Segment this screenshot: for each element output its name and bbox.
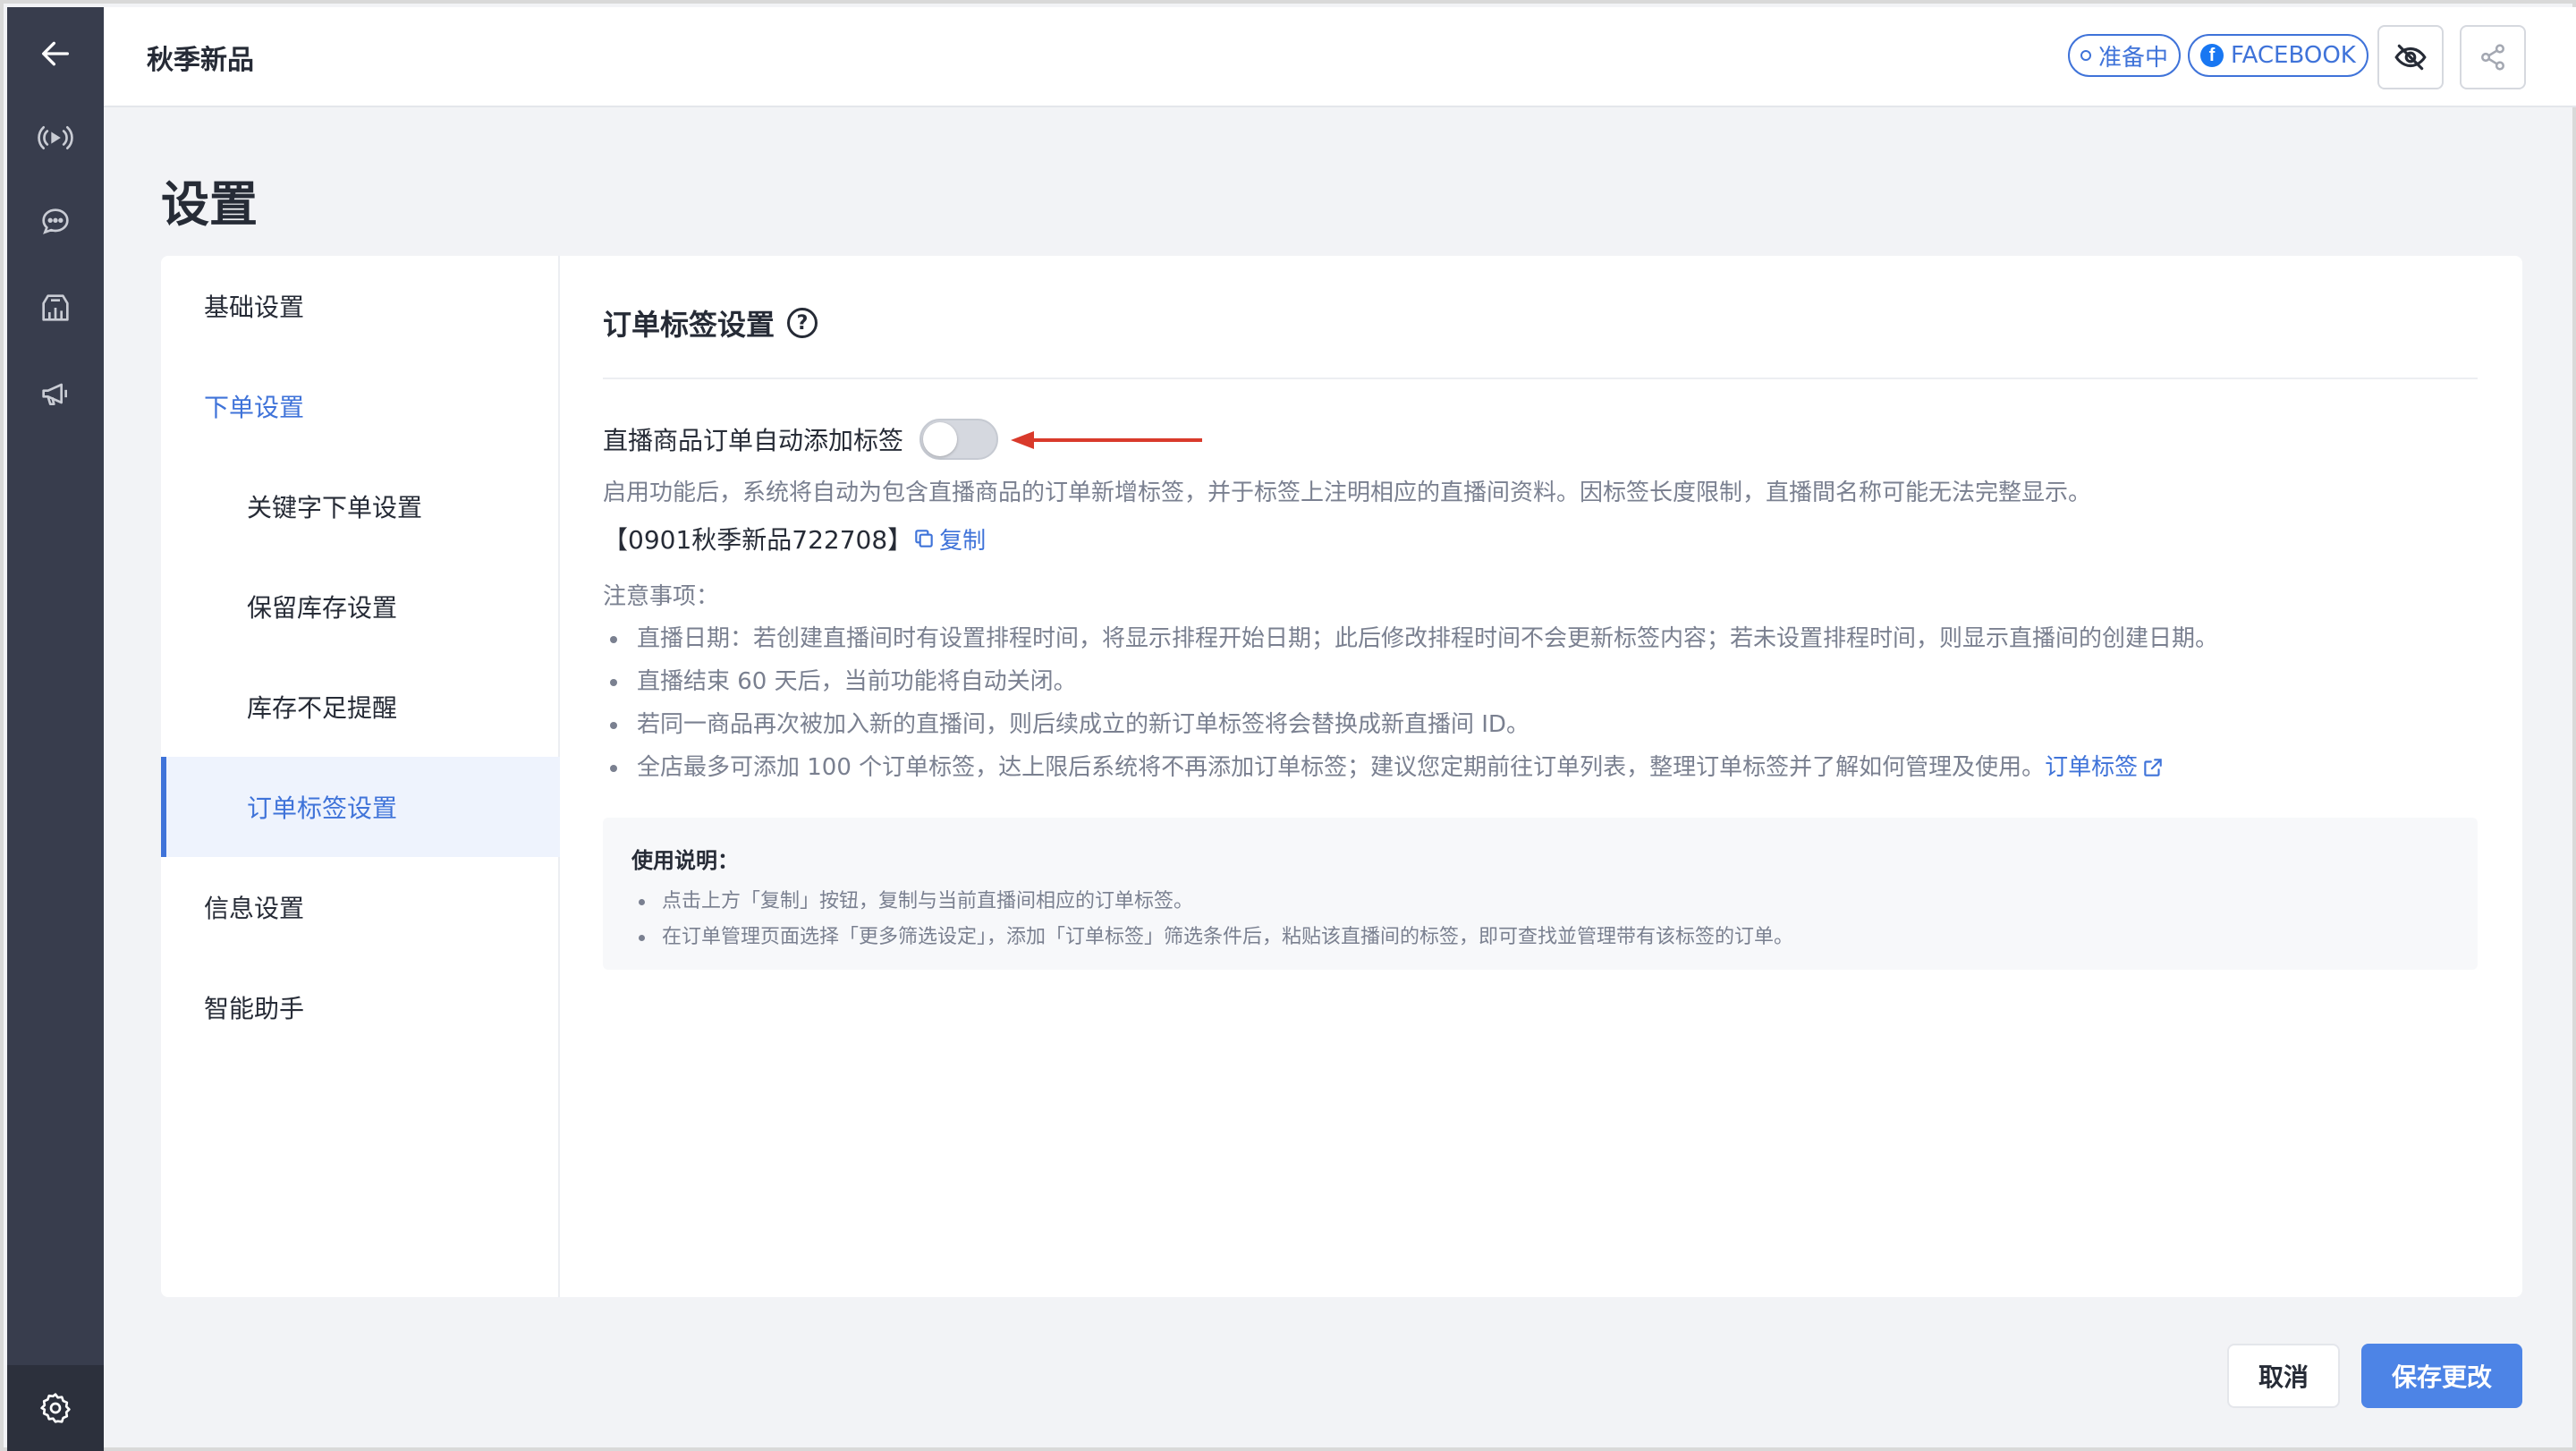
annotation-arrow-icon (1011, 431, 1202, 449)
chat-bubble-icon (42, 208, 69, 234)
shop-analytics-button[interactable] (7, 265, 104, 351)
page-title: 设置 (161, 176, 258, 233)
nav-item-smart-assistant[interactable]: 智能助手 (161, 957, 560, 1057)
order-tag-help-link-label: 订单标签 (2045, 754, 2139, 781)
left-rail (7, 7, 104, 1451)
facebook-icon: f (2200, 44, 2224, 67)
status-badge: 准备中 (2068, 34, 2182, 77)
feature-description: 启用功能后，系统将自动为包含直播商品的订单新增标签，并于标签上注明相应的直播间资… (603, 479, 2092, 506)
auto-tag-toggle[interactable] (919, 419, 999, 460)
tag-line: 【0901秋季新品722708】 复制 (603, 521, 986, 556)
live-room-title: 秋季新品 (147, 45, 254, 76)
settings-sidenav: 基础设置 下单设置 关键字下单设置 保留库存设置 库存不足提醒 订单标签设置 信… (161, 256, 560, 1297)
megaphone-icon (42, 383, 67, 405)
nav-item-order-tag-settings[interactable]: 订单标签设置 (161, 757, 560, 857)
note-text: 若同一商品再次被加入新的直播间，则后续成立的新订单标签将会替换成新直播间 ID。 (637, 711, 1530, 738)
note-text: 全店最多可添加 100 个订单标签，达上限后系统将不再添加订单标签；建议您定期前… (637, 754, 2046, 781)
usage-title: 使用说明： (631, 848, 739, 873)
chat-button[interactable] (7, 179, 104, 265)
settings-button[interactable] (7, 1365, 104, 1451)
nav-item-low-stock-alert[interactable]: 库存不足提醒 (161, 657, 560, 757)
nav-item-reserved-stock-settings[interactable]: 保留库存设置 (161, 556, 560, 657)
notes-title: 注意事项： (603, 583, 720, 610)
auto-tag-setting-row: 直播商品订单自动添加标签 (603, 417, 999, 462)
list-item: 若同一商品再次被加入新的直播间，则后续成立的新订单标签将会替换成新直播间 ID。 (603, 703, 2218, 746)
section-divider (603, 378, 2478, 379)
nav-item-basic-settings[interactable]: 基础设置 (161, 256, 560, 356)
external-link-icon (2144, 759, 2162, 776)
save-changes-button[interactable]: 保存更改 (2361, 1344, 2522, 1408)
note-text: 直播结束 60 天后，当前功能将自动关闭。 (637, 668, 1077, 695)
nav-item-message-settings[interactable]: 信息设置 (161, 857, 560, 957)
nav-item-order-settings[interactable]: 下单设置 (161, 356, 560, 456)
usage-instructions: 使用说明： 点击上方「复制」按钮，复制与当前直播间相应的订单标签。 在订单管理页… (603, 818, 2478, 970)
share-icon (2481, 44, 2504, 71)
list-item: 点击上方「复制」按钮，复制与当前直播间相应的订单标签。 (631, 884, 1793, 920)
share-button[interactable] (2460, 25, 2526, 89)
auto-tag-toggle-label: 直播商品订单自动添加标签 (603, 426, 904, 455)
app-window: 秋季新品 准备中 f FACEBOOK 设置 基础设置 下单设置 关键字下单设置… (0, 0, 2576, 1451)
copy-icon (915, 530, 933, 547)
platform-label: FACEBOOK (2231, 42, 2356, 69)
copy-tag-link[interactable]: 复制 (912, 522, 986, 556)
note-text: 直播日期：若创建直播间时有设置排程时间，将显示排程开始日期；此后修改排程时间不会… (637, 625, 2219, 652)
back-button[interactable] (7, 11, 104, 97)
back-arrow-icon (42, 41, 70, 66)
preview-visibility-button[interactable] (2377, 25, 2444, 89)
usage-list: 点击上方「复制」按钮，复制与当前直播间相应的订单标签。 在订单管理页面选择「更多… (631, 884, 1793, 955)
marketing-button[interactable] (7, 351, 104, 437)
list-item: 直播结束 60 天后，当前功能将自动关闭。 (603, 660, 2218, 703)
list-item: 全店最多可添加 100 个订单标签，达上限后系统将不再添加订单标签；建议您定期前… (603, 746, 2218, 789)
status-label: 准备中 (2098, 44, 2169, 72)
live-broadcast-icon (38, 126, 73, 149)
status-dot-icon (2080, 50, 2091, 61)
nav-item-keyword-order-settings[interactable]: 关键字下单设置 (161, 456, 560, 556)
copy-label: 复制 (939, 527, 987, 555)
settings-card: 基础设置 下单设置 关键字下单设置 保留库存设置 库存不足提醒 订单标签设置 信… (161, 256, 2522, 1297)
section-title-text: 订单标签设置 (603, 308, 775, 342)
list-item: 在订单管理页面选择「更多筛选设定」，添加「订单标签」筛选条件后，粘贴该直播间的标… (631, 920, 1793, 955)
order-tag-help-link[interactable]: 订单标签 (2045, 746, 2165, 789)
gear-icon (40, 1393, 71, 1423)
top-bar: 秋季新品 准备中 f FACEBOOK (104, 7, 2576, 107)
platform-badge: f FACEBOOK (2188, 34, 2368, 77)
section-title: 订单标签设置 ? (603, 302, 818, 344)
eye-off-icon (2394, 44, 2427, 71)
order-tag-settings-panel: 订单标签设置 ? 直播商品订单自动添加标签 启用功能后，系统将自动为包含直播商品… (603, 256, 2481, 1297)
help-icon[interactable]: ? (787, 308, 818, 338)
live-broadcast-button[interactable] (7, 95, 104, 181)
list-item: 直播日期：若创建直播间时有设置排程时间，将显示排程开始日期；此后修改排程时间不会… (603, 617, 2218, 660)
notes-list: 直播日期：若创建直播间时有设置排程时间，将显示排程开始日期；此后修改排程时间不会… (603, 617, 2218, 789)
cancel-button[interactable]: 取消 (2227, 1344, 2340, 1408)
toggle-knob (923, 422, 958, 456)
shop-analytics-icon (42, 294, 69, 321)
order-tag-text: 【0901秋季新品722708】 (603, 525, 913, 555)
